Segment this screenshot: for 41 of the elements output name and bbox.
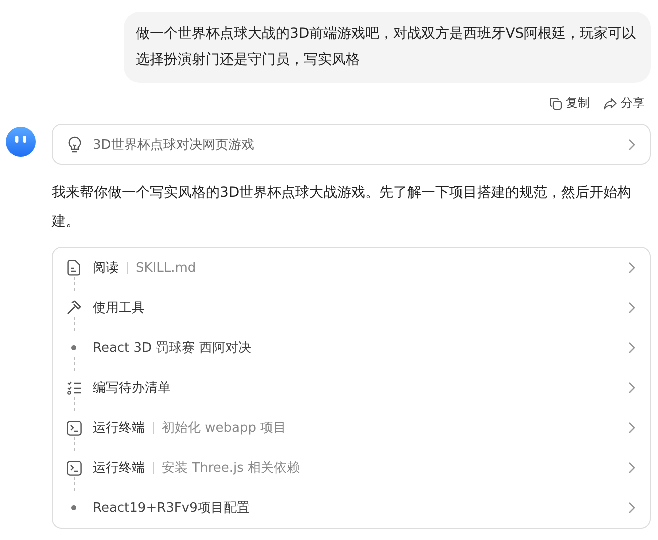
assistant-avatar-icon <box>6 127 36 157</box>
step-detail: SKILL.md <box>136 260 196 276</box>
step-item[interactable]: 运行终端 安装 Three.js 相关依赖 <box>65 448 636 488</box>
chevron-icon <box>628 262 636 274</box>
step-label: 运行终端 <box>93 420 145 437</box>
step-item[interactable]: 运行终端 初始化 webapp 项目 <box>65 408 636 448</box>
step-label: React19+R3Fv9项目配置 <box>93 500 250 517</box>
step-label: 编写待办清单 <box>93 380 171 397</box>
step-detail: 初始化 webapp 项目 <box>162 420 287 437</box>
document-icon <box>67 260 81 276</box>
checklist-icon <box>66 381 82 395</box>
suggestion-card[interactable]: 3D世界杯点球对决网页游戏 <box>52 124 651 165</box>
chevron-icon <box>628 342 636 354</box>
step-item[interactable]: 阅读 SKILL.md <box>65 248 636 288</box>
copy-button[interactable]: 复制 <box>550 95 590 112</box>
step-detail: 安装 Three.js 相关依赖 <box>162 460 300 477</box>
step-label: React 3D 罚球赛 西阿对决 <box>93 340 252 357</box>
hammer-icon <box>66 300 82 316</box>
step-item[interactable]: React 3D 罚球赛 西阿对决 <box>65 328 636 368</box>
chevron-icon <box>628 382 636 394</box>
step-item[interactable]: 编写待办清单 <box>65 368 636 408</box>
step-label: 阅读 <box>93 260 119 277</box>
step-label: 运行终端 <box>93 460 145 477</box>
terminal-icon <box>66 420 82 436</box>
bullet-icon <box>71 505 77 511</box>
lightbulb-icon <box>67 136 83 154</box>
user-message: 做一个世界杯点球大战的3D前端游戏吧，对战双方是西班牙VS阿根廷，玩家可以选择扮演射门还是守门员，写实风格 <box>124 12 651 83</box>
step-item[interactable]: 使用工具 <box>65 288 636 328</box>
terminal-icon <box>66 460 82 476</box>
chevron-icon <box>628 302 636 314</box>
share-icon <box>604 98 617 110</box>
chevron-icon <box>628 462 636 474</box>
chevron-icon <box>628 422 636 434</box>
step-label: 使用工具 <box>93 300 145 317</box>
share-button[interactable]: 分享 <box>604 95 645 112</box>
copy-icon <box>550 98 562 110</box>
step-item[interactable]: React19+R3Fv9项目配置 <box>65 488 636 528</box>
reply-text: 我来帮你做一个写实风格的3D世界杯点球大战游戏。先了解一下项目搭建的规范，然后开始构建。 <box>52 184 633 232</box>
chevron-icon <box>628 502 636 514</box>
chevron-icon <box>628 138 636 150</box>
bullet-icon <box>71 345 77 351</box>
